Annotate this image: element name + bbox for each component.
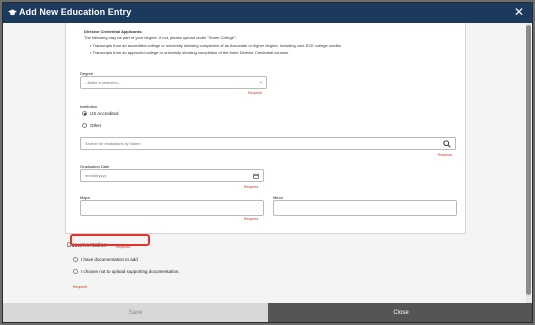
- radio-have-documentation-label: I have documentation to add: [81, 257, 138, 262]
- modal-body: Director Credential Applicants: The foll…: [3, 23, 532, 303]
- institution-search-placeholder: Search for institutions by Name: [85, 141, 141, 146]
- institution-required: Required: [438, 153, 453, 157]
- radio-no-documentation[interactable]: [73, 269, 78, 274]
- director-intro: The following may be part of your degree…: [84, 35, 237, 40]
- radio-us-accredited-label: US Accredited: [90, 111, 119, 116]
- graduation-cap-icon: [8, 9, 17, 16]
- graduation-date-placeholder: mm/dd/yyyy: [85, 173, 107, 178]
- add-education-modal: Add New Education Entry ✕ Director Crede…: [2, 2, 533, 323]
- save-button[interactable]: Save: [3, 303, 268, 322]
- chevron-down-icon: ⌄: [258, 79, 263, 85]
- search-icon[interactable]: [443, 140, 451, 148]
- calendar-icon[interactable]: [253, 173, 259, 179]
- director-heading: Director Credential Applicants:: [84, 29, 143, 34]
- graduation-date-required: Required: [244, 185, 259, 189]
- director-bullet-2-text: Transcripts from an approved college or …: [92, 50, 290, 55]
- degree-required: Required: [248, 91, 263, 95]
- minor-input[interactable]: [273, 200, 457, 216]
- director-bullet-1: • Transcripts from an accredited college…: [90, 43, 460, 48]
- documentation-highlight-box: [70, 234, 150, 246]
- radio-have-documentation[interactable]: [73, 257, 78, 262]
- institution-search-input[interactable]: Search for institutions by Name: [80, 137, 456, 150]
- radio-other-label: Other: [90, 123, 102, 128]
- degree-select[interactable]: --Make a selection-- ⌄: [80, 76, 267, 89]
- modal-footer: Save Close: [3, 303, 532, 322]
- radio-no-documentation-label: I choose not to upload supporting docume…: [81, 269, 180, 274]
- graduation-date-input[interactable]: mm/dd/yyyy: [80, 169, 264, 182]
- institution-label: Institution: [80, 104, 98, 109]
- radio-us-accredited[interactable]: [82, 111, 87, 116]
- education-form-panel: Director Credential Applicants: The foll…: [65, 23, 466, 234]
- modal-titlebar: Add New Education Entry ✕: [3, 3, 532, 23]
- modal-title: Add New Education Entry: [19, 7, 132, 17]
- close-icon[interactable]: ✕: [514, 6, 524, 18]
- close-button[interactable]: Close: [268, 303, 532, 322]
- vertical-scrollbar[interactable]: [526, 23, 531, 303]
- radio-other[interactable]: [82, 123, 87, 128]
- degree-select-value: --Make a selection--: [85, 80, 121, 85]
- director-bullet-1-text: Transcripts from an accredited college o…: [92, 43, 342, 48]
- major-input[interactable]: [80, 200, 264, 216]
- director-bullet-2: • Transcripts from an approved college o…: [90, 50, 460, 55]
- documentation-bottom-required: Required: [73, 285, 88, 289]
- major-required: Required: [244, 217, 259, 221]
- scrollbar-thumb[interactable]: [526, 25, 531, 295]
